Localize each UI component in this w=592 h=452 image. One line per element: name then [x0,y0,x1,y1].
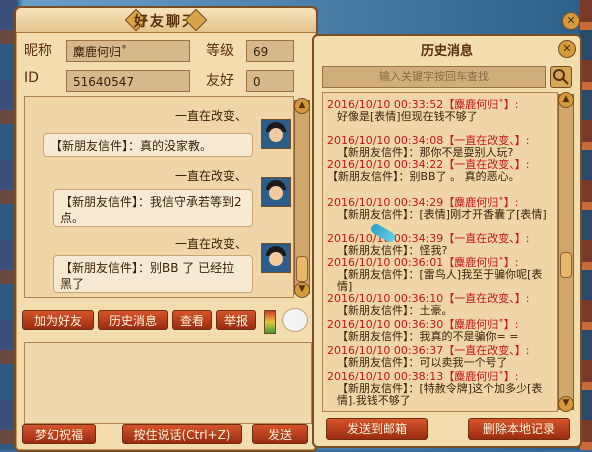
search-icon[interactable] [550,66,572,88]
history-message: 【新朋友信件】：别BB了 。 真的恶心。 [327,170,520,183]
history-scroll-thumb[interactable] [560,252,572,278]
id-label: ID [24,70,39,86]
history-title: 历史消息 [420,44,473,59]
message-bubble: 【新朋友信件】：真的没家教。 [43,133,253,157]
message-input[interactable] [24,342,312,424]
level-label: 等级 [206,43,234,59]
delete-local-records-button[interactable]: 删除本地记录 [468,418,570,440]
send-to-mail-button[interactable]: 发送到邮箱 [326,418,428,440]
history-close-icon[interactable]: ✕ [558,40,576,58]
history-message: 【新朋友信件】：[雷鸟人]我至于骗你呢[表情] [337,268,543,293]
friend-chat-window: 好友聊天 昵称 麋鹿何归˚ 等级 69 ID 51640547 友好 0 一直在… [14,6,318,452]
add-friend-button[interactable]: 加为好友 [22,310,94,330]
history-message: 【新朋友信件】：[表情]刚才开香囊了[表情] [337,208,547,221]
signal-indicator-icon [264,310,276,334]
history-message: 【新朋友信件】：可以卖我一个号了 [337,356,508,369]
message-bubble: 【新朋友信件】：我信守承若等到2点。 [53,189,253,227]
history-button[interactable]: 历史消息 [98,310,168,330]
message-bubble: 【新朋友信件】：别BB 了 已经拉黑了 [53,255,253,293]
history-sender: 【一直在改变、】: [443,292,530,305]
id-field: 51640547 [66,70,190,92]
chat-scroll-thumb[interactable] [296,256,308,282]
history-message: 【新朋友信件】：土豪。 [337,304,453,317]
level-field: 69 [246,40,294,62]
blessing-button[interactable]: 梦幻祝福 [22,424,96,444]
avatar[interactable] [261,243,291,273]
message-text: 【新朋友信件】：别BB 了 已经拉黑了 [60,261,235,291]
history-sender: 【一直在改变、】: [443,232,530,245]
history-window: 历史消息 ✕ 输入关键字按回车查找 2016/10/10 00:33:52【麋鹿… [312,34,582,448]
message-sender: 一直在改变、 [175,169,248,183]
history-message: 好像是[表情]但现在钱不够了 [337,110,478,123]
pet-icon[interactable] [282,308,308,332]
close-icon[interactable]: ✕ [562,12,580,30]
view-button[interactable]: 查看 [172,310,212,330]
history-search-input[interactable]: 输入关键字按回车查找 [322,66,546,88]
scroll-up-icon[interactable]: ▲ [294,98,310,114]
nickname-label: 昵称 [24,43,52,59]
scroll-down-icon[interactable]: ▼ [294,282,310,298]
window-title: 好友聊天 [134,14,198,30]
report-button[interactable]: 举报 [216,310,256,330]
history-log[interactable]: 2016/10/10 00:33:52【麋鹿何归˚】: 好像是[表情]但现在钱不… [322,92,558,412]
friendship-field: 0 [246,70,294,92]
scroll-up-icon[interactable]: ▲ [558,92,574,108]
nickname-field: 麋鹿何归˚ [66,40,190,62]
avatar[interactable] [261,177,291,207]
friendship-label: 友好 [206,73,234,89]
history-message: 【新朋友信件】：我真的不是骗你= = [337,330,519,343]
history-message: 【新朋友信件】：[特赦令牌]这个加多少[表情].我钱不够了 [337,382,543,407]
message-sender: 一直在改变、 [175,237,248,251]
send-button[interactable]: 发送 [252,424,308,444]
message-sender: 一直在改变、 [175,109,248,123]
message-text: 【新朋友信件】：真的没家教。 [50,139,213,153]
message-text: 【新朋友信件】：我信守承若等到2点。 [60,195,242,225]
avatar[interactable] [261,119,291,149]
push-to-talk-button[interactable]: 按住说话(Ctrl+Z) [122,424,242,444]
chat-messages-area[interactable]: 一直在改变、 【新朋友信件】：真的没家教。 一直在改变、 【新朋友信件】：我信守… [24,96,294,298]
titlebar[interactable]: 好友聊天 [16,8,316,33]
scroll-down-icon[interactable]: ▼ [558,396,574,412]
